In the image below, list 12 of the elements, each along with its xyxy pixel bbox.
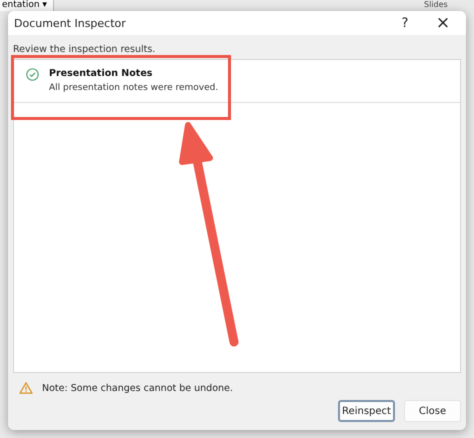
result-title: Presentation Notes bbox=[49, 68, 154, 79]
dialog-button[interactable]: Close bbox=[404, 400, 461, 422]
ribbon-label: Slides bbox=[424, 0, 448, 10]
note-text: Note: Some changes cannot be undone. bbox=[42, 382, 233, 394]
dialog-button[interactable]: Reinspect bbox=[338, 400, 395, 422]
result-detail: All presentation notes were removed. bbox=[49, 83, 218, 93]
instruction-text: Review the inspection results. bbox=[13, 43, 156, 57]
warning-icon bbox=[19, 382, 33, 394]
help-button[interactable]: ? bbox=[386, 11, 424, 35]
close-button[interactable]: × bbox=[424, 11, 462, 35]
window-title: Document Inspector bbox=[14, 16, 127, 30]
ribbon-tab[interactable]: entation ▾ bbox=[0, 0, 54, 11]
